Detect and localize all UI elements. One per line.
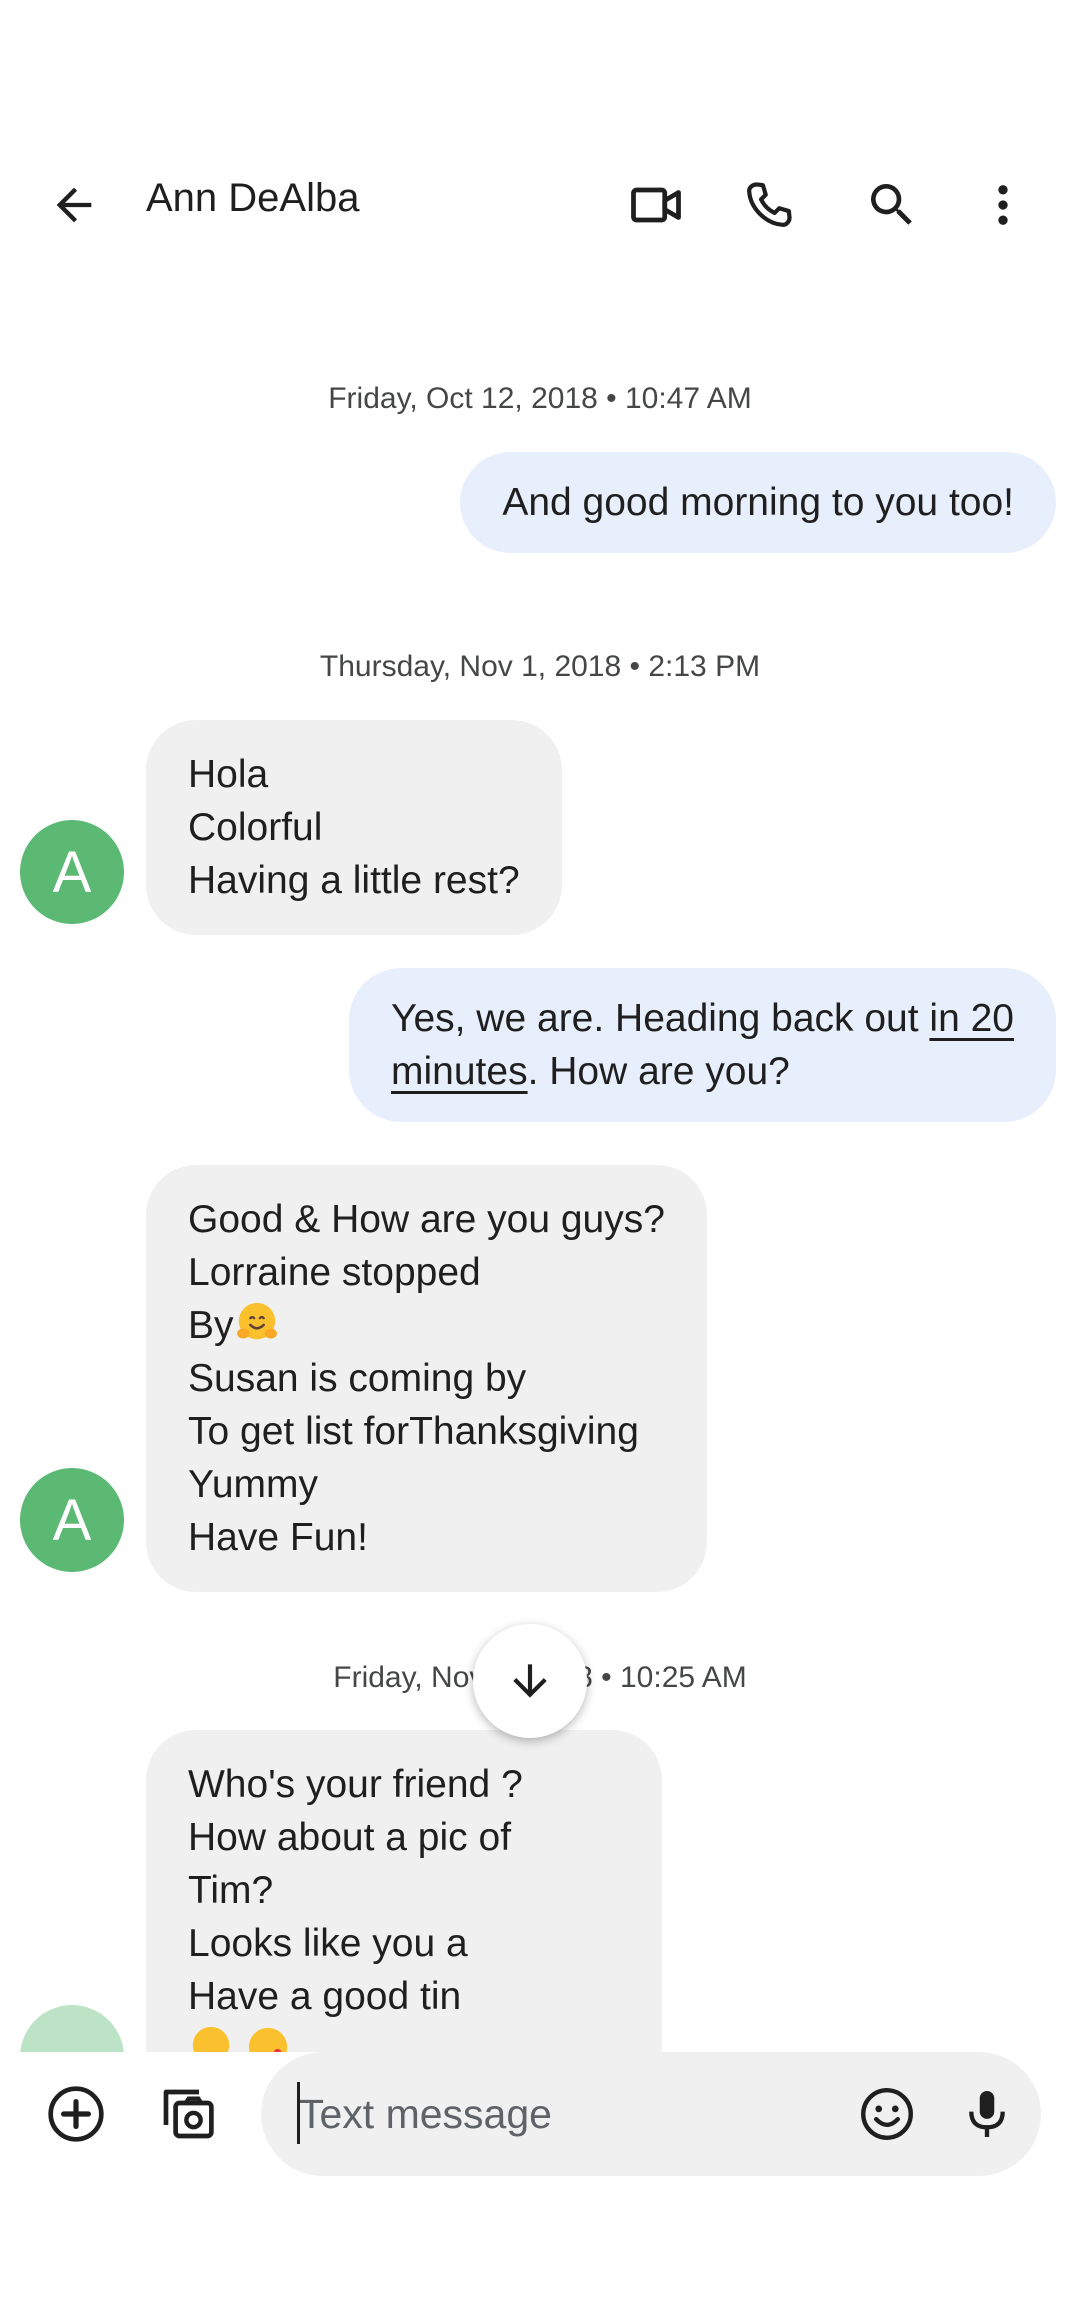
message-text: To get list forThanksgiving [188, 1410, 639, 1453]
winking-kiss-emoji-icon [248, 2027, 288, 2052]
message-compose-field[interactable] [261, 2052, 1041, 2176]
date-separator: Thursday, Nov 1, 2018 • 2:13 PM [319, 650, 761, 683]
outgoing-message-bubble[interactable]: Yes, we are. Heading back out in 20 minu… [349, 968, 1056, 1122]
messages-app: Ann DeAlba Friday, Oct 12, 2018 • 10:47 … [0, 0, 1080, 2300]
message-text-line: minutes. How are you? [391, 1045, 1014, 1098]
more-options-button[interactable] [955, 157, 1051, 253]
search-button[interactable] [844, 157, 940, 253]
arrow-down-icon [513, 1664, 547, 1698]
message-text: Yummy [188, 1463, 319, 1506]
emoji-icon [861, 2088, 913, 2140]
hugging-face-emoji-icon [192, 2026, 230, 2052]
message-text: Colorful [188, 806, 323, 849]
message-text: Lorraine stopped [188, 1251, 481, 1294]
phone-call-button[interactable] [721, 157, 817, 253]
message-text: How about a pic of [188, 1816, 512, 1859]
hugging-face-emoji-icon [236, 1302, 277, 1340]
message-text: Who's your friend ? [188, 1763, 523, 1806]
outgoing-message-bubble[interactable]: And good morning to you too! [460, 452, 1056, 553]
conversation-header: Ann DeAlba [0, 140, 1080, 270]
time-link[interactable]: minutes [391, 1050, 528, 1093]
date-separator: Friday, Oct 12, 2018 • 10:47 AM [328, 382, 752, 415]
message-text: Yes, we are. Heading back out [391, 997, 930, 1040]
incoming-message-bubble[interactable]: Hola Colorful Having a little rest? [146, 720, 562, 935]
video-call-button[interactable] [608, 157, 704, 253]
sender-avatar[interactable]: A [20, 820, 124, 924]
gallery-camera-icon [163, 2089, 214, 2139]
emoji-button[interactable] [845, 2072, 929, 2156]
message-text: Have a good tin [188, 1975, 462, 2018]
voice-input-button[interactable] [945, 2072, 1029, 2156]
message-text: Looks like you a [188, 1922, 468, 1965]
scroll-to-bottom-button[interactable] [473, 1624, 587, 1738]
incoming-message-bubble[interactable]: Who's your friend ? How about a pic of T… [146, 1730, 662, 2052]
message-text: Hola [188, 753, 269, 796]
time-link[interactable]: in 20 [929, 997, 1014, 1040]
video-call-icon [631, 187, 681, 223]
compose-bar [0, 2052, 1080, 2192]
microphone-icon [969, 2091, 1005, 2137]
sender-avatar[interactable]: A [20, 1468, 124, 1572]
message-list[interactable]: Friday, Oct 12, 2018 • 10:47 AM And good… [0, 270, 1080, 2052]
message-text-line: By [188, 1299, 665, 1352]
text-cursor [297, 2082, 300, 2144]
gallery-button[interactable] [146, 2072, 230, 2156]
message-text: Have Fun! [188, 1516, 368, 1559]
attach-button[interactable] [34, 2072, 118, 2156]
add-circle-icon [48, 2086, 104, 2142]
phone-icon [747, 182, 792, 227]
emoji-line [188, 2023, 620, 2052]
back-arrow-icon [56, 187, 92, 223]
message-text: Having a little rest? [188, 859, 520, 902]
message-text-line: Yes, we are. Heading back out in 20 [391, 992, 1014, 1045]
message-text: . How are you? [527, 1050, 790, 1093]
contact-name[interactable]: Ann DeAlba [146, 178, 359, 218]
message-text: By [188, 1304, 234, 1347]
message-text: Susan is coming by [188, 1357, 527, 1400]
more-vert-icon [998, 185, 1008, 225]
incoming-message-bubble[interactable]: Good & How are you guys? Lorraine stoppe… [146, 1165, 707, 1592]
search-icon [871, 184, 912, 225]
message-text: Good & How are you guys? [188, 1198, 665, 1241]
back-button[interactable] [26, 157, 122, 253]
message-text: Tim? [188, 1869, 274, 1912]
sender-avatar[interactable] [20, 2005, 124, 2052]
message-text: And good morning to you too! [502, 481, 1014, 524]
text-message-input[interactable] [297, 2078, 797, 2150]
